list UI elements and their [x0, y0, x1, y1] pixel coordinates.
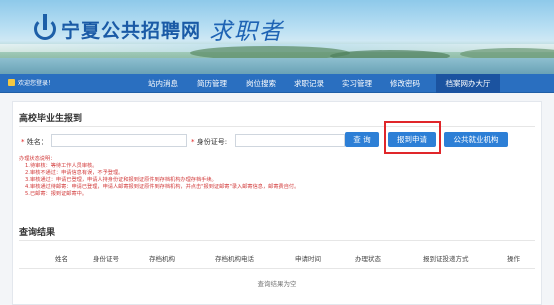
empty-result-text: 查询结果为空: [257, 280, 297, 288]
section-title-report: 高校毕业生报到: [19, 114, 83, 124]
section-divider: [19, 126, 535, 127]
site-banner: 宁夏公共招聘网 求职者: [0, 0, 554, 74]
power-logo-icon: [34, 14, 56, 40]
note-line: 2.审核不通过：申请信息有误，不予登理。: [25, 170, 124, 176]
highlight-box: [384, 121, 441, 154]
welcome-text: 欢迎您登录！: [18, 80, 55, 87]
column-header: 存档机构: [149, 255, 175, 263]
nav-item-internship[interactable]: 实习管理: [334, 74, 380, 93]
note-line: 5.已邮寄：报到证邮寄中。: [25, 191, 88, 197]
column-header: 操作: [507, 255, 520, 263]
status-notes: 办理状态说明： 1.待审核：等待工作人员审核。 2.审核不通过：申请信息有误，不…: [19, 156, 319, 198]
nav-item-messages[interactable]: 站内消息: [140, 74, 186, 93]
nav-item-job-records[interactable]: 求职记录: [286, 74, 332, 93]
top-nav: 欢迎您登录！ 站内消息 简历管理 岗位搜索 求职记录 实习管理 修改密码 档案网…: [0, 74, 554, 93]
search-button[interactable]: 查 询: [345, 132, 379, 147]
main-panel: 高校毕业生报到 * 姓名： * 身份证号: 查 询 报到申请 公共就业机构 办理…: [12, 101, 542, 305]
nav-item-change-password[interactable]: 修改密码: [382, 74, 428, 93]
name-label-text: 姓名：: [26, 138, 48, 146]
page: 宁夏公共招聘网 求职者 欢迎您登录！ 站内消息 简历管理 岗位搜索 求职记录 实…: [0, 0, 554, 305]
welcome-message: 欢迎您登录！: [8, 78, 54, 87]
site-logo[interactable]: 宁夏公共招聘网 求职者: [34, 12, 284, 46]
public-employment-agency-button[interactable]: 公共就业机构: [444, 132, 508, 147]
column-header: 身份证号: [93, 255, 119, 263]
section-title-results: 查询结果: [19, 228, 56, 238]
note-line: 办理状态说明：: [19, 156, 56, 162]
nav-item-job-search[interactable]: 岗位搜索: [238, 74, 284, 93]
site-subtitle: 求职者: [209, 19, 285, 45]
required-mark: *: [191, 138, 195, 146]
id-label-text: 身份证号:: [196, 138, 228, 146]
required-mark: *: [21, 138, 25, 146]
column-header: 申请时间: [295, 255, 321, 263]
column-header: 姓名: [55, 255, 68, 263]
id-label: * 身份证号:: [191, 137, 227, 147]
id-number-input[interactable]: [235, 134, 345, 147]
note-line: 4.审核通过待邮寄：申请已登理，申请人邮寄报到证原件到存档机构，并点击"报到证邮…: [25, 184, 300, 190]
name-input[interactable]: [51, 134, 187, 147]
column-header: 存档机构电话: [215, 255, 254, 263]
banner-water: [0, 58, 554, 74]
name-label: * 姓名：: [21, 137, 48, 147]
column-header: 办理状态: [355, 255, 381, 263]
site-title: 宁夏公共招聘网: [61, 19, 202, 42]
table-header-divider: [19, 268, 535, 269]
nav-item-archive-hall[interactable]: 档案网办大厅: [436, 74, 500, 93]
note-line: 3.审核通过：申请已登理，申请人持身份证和报到证原件到存档机构办理存档手续。: [25, 177, 217, 183]
note-line: 1.待审核：等待工作人员审核。: [25, 163, 98, 169]
user-icon: [8, 79, 15, 86]
nav-item-resume[interactable]: 简历管理: [189, 74, 235, 93]
section-divider: [19, 240, 535, 241]
column-header: 报到证投递方式: [423, 255, 469, 263]
